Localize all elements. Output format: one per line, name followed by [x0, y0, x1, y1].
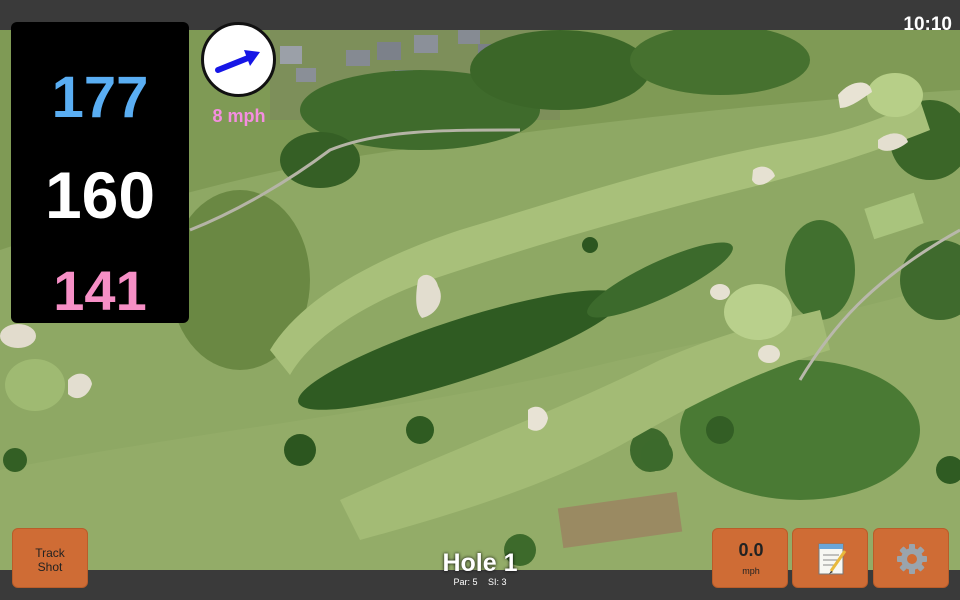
back-yardage: 177 — [51, 65, 149, 130]
speed-value: 0.0 — [738, 540, 764, 560]
hole-par: Par: 5 — [453, 577, 478, 587]
wind-indicator — [201, 22, 276, 97]
hole-stroke-index: SI: 3 — [488, 577, 507, 587]
track-shot-label-line2: Shot — [37, 560, 63, 574]
yardage-panel: 177 160 141 — [11, 22, 189, 323]
notes-button[interactable] — [792, 528, 868, 588]
arrow-icon — [215, 50, 260, 73]
track-shot-label-line1: Track — [35, 546, 65, 560]
front-yardage: 141 — [53, 259, 147, 322]
track-shot-button[interactable]: Track Shot — [12, 528, 88, 588]
settings-button[interactable] — [873, 528, 949, 588]
speed-unit: mph — [742, 566, 760, 576]
hole-meta: Par: 5 SI: 3 — [380, 577, 580, 587]
hole-title: Hole 1 — [442, 549, 518, 577]
speed-button[interactable]: 0.0 mph — [712, 528, 788, 588]
notepad-icon — [818, 543, 847, 575]
wind-speed: 8 mph — [212, 106, 266, 126]
middle-yardage: 160 — [44, 158, 156, 232]
gear-icon — [897, 544, 927, 574]
